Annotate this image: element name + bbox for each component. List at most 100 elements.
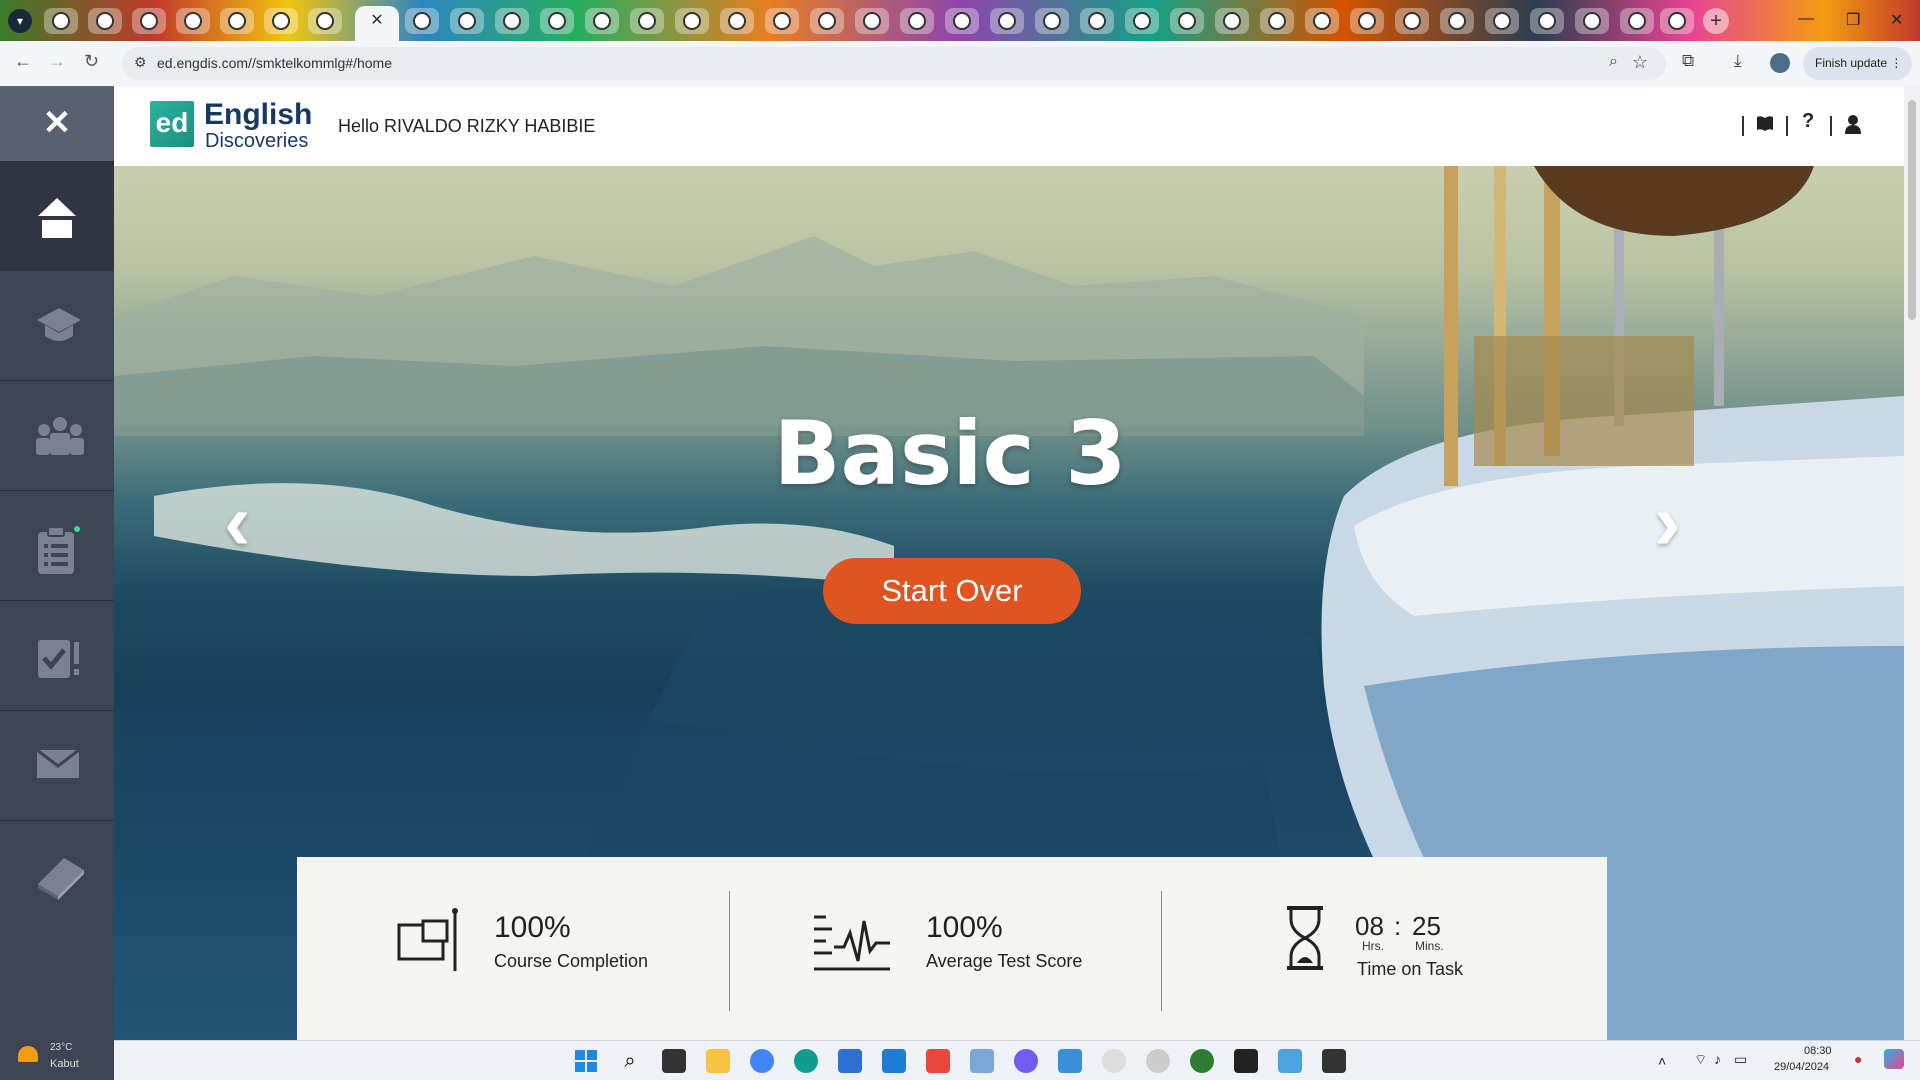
english-discoveries-logo[interactable]: ed: [150, 101, 194, 147]
browser-tab[interactable]: [810, 8, 844, 34]
browser-tab[interactable]: [495, 8, 529, 34]
tab-favicon-icon: [1628, 12, 1646, 30]
console-icon[interactable]: [1322, 1049, 1346, 1073]
sidebar-item-tests[interactable]: [0, 601, 114, 711]
browser-tab[interactable]: [1395, 8, 1429, 34]
copilot-icon[interactable]: [1884, 1049, 1904, 1069]
browser-tab[interactable]: [675, 8, 709, 34]
browser-tab[interactable]: [220, 8, 254, 34]
help-icon[interactable]: ?: [1802, 110, 1814, 133]
tab-search-chevron-icon[interactable]: ▾: [8, 9, 32, 33]
carousel-next-arrow[interactable]: ›: [1654, 476, 1681, 568]
sidebar-item-assignments[interactable]: [0, 491, 114, 601]
minimize-icon[interactable]: —: [1798, 10, 1814, 28]
browser-tab[interactable]: [1485, 8, 1519, 34]
browser-tab[interactable]: [1170, 8, 1204, 34]
sidebar-item-resources[interactable]: [0, 821, 114, 931]
tab-favicon-icon: [96, 12, 114, 30]
browser-tab[interactable]: [900, 8, 934, 34]
browser-tab[interactable]: [540, 8, 574, 34]
browser-tab[interactable]: [765, 8, 799, 34]
scrollbar-thumb[interactable]: [1908, 100, 1916, 320]
sidebar-close-button[interactable]: ✕: [0, 86, 114, 161]
photo-app-icon[interactable]: [970, 1049, 994, 1073]
browser-tab[interactable]: [1440, 8, 1474, 34]
volume-icon[interactable]: ♪: [1714, 1051, 1721, 1067]
edge-icon[interactable]: [794, 1049, 818, 1073]
user-profile-icon[interactable]: [1844, 114, 1862, 134]
task-view-icon[interactable]: [662, 1049, 686, 1073]
battery-icon[interactable]: ▭: [1734, 1051, 1747, 1068]
browser-tab[interactable]: [308, 8, 342, 34]
tab-favicon-icon: [728, 12, 746, 30]
browser-tab[interactable]: [585, 8, 619, 34]
tray-chevron-icon[interactable]: ˄: [1658, 1053, 1666, 1069]
notepad-icon[interactable]: [1278, 1049, 1302, 1073]
taskbar-time[interactable]: 08:30: [1804, 1045, 1832, 1057]
browser-tab[interactable]: [1125, 8, 1159, 34]
bookmark-star-icon[interactable]: ☆: [1632, 52, 1648, 73]
browser-tab[interactable]: [855, 8, 889, 34]
browser-tab[interactable]: [1215, 8, 1249, 34]
chrome-icon[interactable]: [750, 1049, 774, 1073]
address-bar[interactable]: ⚙ ed.engdis.com//smktelkommlg#/home ⌕ ☆: [122, 47, 1666, 80]
browser-tab[interactable]: [132, 8, 166, 34]
browser-tab[interactable]: [1305, 8, 1339, 34]
store-icon[interactable]: [838, 1049, 862, 1073]
browser-tab[interactable]: [1260, 8, 1294, 34]
browser-tab[interactable]: [1035, 8, 1069, 34]
active-tab-close-button[interactable]: ✕: [355, 6, 399, 41]
weather-widget[interactable]: 23°C Kabut: [16, 1040, 96, 1076]
browser-tab[interactable]: [44, 8, 78, 34]
browser-tab[interactable]: [630, 8, 664, 34]
url-text[interactable]: ed.engdis.com//smktelkommlg#/home: [157, 55, 392, 71]
browser-tab[interactable]: [990, 8, 1024, 34]
taskbar-date[interactable]: 29/04/2024: [1774, 1061, 1829, 1073]
sidebar-item-community[interactable]: [0, 381, 114, 491]
browser-tab[interactable]: [1660, 8, 1694, 34]
site-info-icon[interactable]: ⚙: [134, 54, 147, 71]
mongodb-icon[interactable]: [1190, 1049, 1214, 1073]
finish-update-button[interactable]: Finish update ⋮: [1803, 47, 1912, 80]
book-open-icon[interactable]: [1756, 114, 1774, 132]
maximize-icon[interactable]: ❐: [1846, 10, 1860, 30]
window-close-icon[interactable]: ✕: [1890, 10, 1903, 30]
browser-tab[interactable]: [450, 8, 484, 34]
terminal-icon[interactable]: [1234, 1049, 1258, 1073]
sidebar-item-home[interactable]: [0, 161, 114, 271]
vscode-icon[interactable]: [882, 1049, 906, 1073]
browser-tab[interactable]: [945, 8, 979, 34]
browser-tab[interactable]: [1575, 8, 1609, 34]
browser-tab[interactable]: [720, 8, 754, 34]
discord-icon[interactable]: [1014, 1049, 1038, 1073]
clock-app-icon[interactable]: [1102, 1049, 1126, 1073]
zoom-icon[interactable]: ⌕: [1609, 53, 1618, 71]
notification-bell-icon[interactable]: ●: [1854, 1051, 1862, 1067]
forward-arrow-icon[interactable]: →: [48, 51, 66, 72]
browser-tab[interactable]: [1080, 8, 1114, 34]
file-explorer-icon[interactable]: [706, 1049, 730, 1073]
browser-tab[interactable]: [405, 8, 439, 34]
browser-tab[interactable]: [1350, 8, 1384, 34]
profile-avatar-icon[interactable]: [1770, 53, 1790, 73]
windows-start-icon[interactable]: [574, 1049, 598, 1073]
sidebar-item-messages[interactable]: [0, 711, 114, 821]
new-tab-button[interactable]: +: [1703, 8, 1729, 34]
taskbar-search-icon[interactable]: ⌕: [618, 1049, 642, 1073]
browser-tab[interactable]: [176, 8, 210, 34]
download-icon[interactable]: ⤓: [1734, 51, 1742, 71]
start-over-button[interactable]: Start Over: [823, 558, 1081, 624]
remote-desktop-icon[interactable]: [1058, 1049, 1082, 1073]
browser-tab[interactable]: [88, 8, 122, 34]
sidebar-item-courses[interactable]: [0, 271, 114, 381]
back-arrow-icon[interactable]: ←: [14, 51, 32, 72]
browser-tab[interactable]: [1530, 8, 1564, 34]
browser-tab[interactable]: [264, 8, 298, 34]
browser-tab[interactable]: [1620, 8, 1654, 34]
reload-icon[interactable]: ↻: [84, 51, 99, 72]
figma-icon[interactable]: [926, 1049, 950, 1073]
wifi-icon[interactable]: ⌔: [1694, 1051, 1707, 1069]
app-icon[interactable]: [1146, 1049, 1170, 1073]
page-scrollbar[interactable]: [1904, 86, 1920, 1040]
extensions-icon[interactable]: ⧉: [1682, 51, 1694, 71]
